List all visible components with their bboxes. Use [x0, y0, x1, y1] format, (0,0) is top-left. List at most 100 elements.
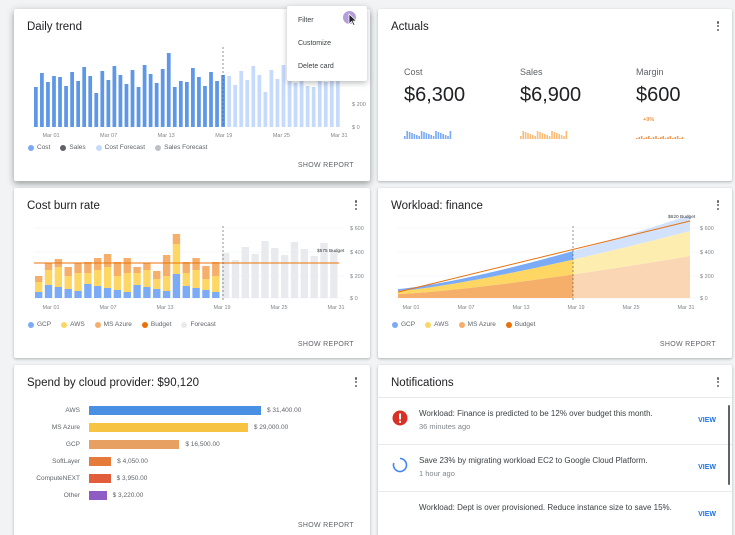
- legend-item: Sales: [60, 144, 86, 151]
- y-tick-label: $ 600: [700, 226, 714, 232]
- x-tick-label: Mar 01: [42, 133, 59, 139]
- provider-bar[interactable]: [89, 440, 180, 449]
- menu-item-customize[interactable]: Customize: [287, 32, 367, 55]
- legend-item: Forecast: [181, 321, 216, 328]
- notification-text: Save 23% by migrating workload EC2 to Go…: [419, 456, 648, 465]
- show-report-button[interactable]: SHOW REPORT: [298, 341, 354, 348]
- sparkline-bar: [406, 131, 408, 139]
- legend-swatch: [392, 321, 398, 328]
- provider-bar[interactable]: [89, 423, 248, 432]
- sparkline-bar: [413, 134, 416, 139]
- forecast-bar: [310, 256, 318, 298]
- provider-bar[interactable]: [89, 406, 261, 415]
- legend-label: Budget: [514, 321, 536, 328]
- cost-bar: [94, 93, 99, 127]
- metric-sales: Sales $6,900: [520, 67, 581, 139]
- azure-bar-segment: [143, 263, 151, 270]
- sparkline-bar: [520, 136, 522, 139]
- gcp-bar-segment: [202, 290, 210, 298]
- view-button[interactable]: VIEW: [698, 464, 716, 471]
- more-options-icon[interactable]: [714, 375, 722, 389]
- view-button[interactable]: VIEW: [698, 511, 716, 518]
- provider-bar[interactable]: [89, 491, 107, 500]
- y-tick-label: $ 400: [700, 250, 714, 256]
- sparkline-bar: [640, 136, 643, 139]
- metric-label: Cost: [404, 67, 423, 77]
- azure-bar-segment: [172, 234, 181, 244]
- category-label: AWS: [65, 407, 80, 414]
- azure-bar-segment: [44, 263, 53, 270]
- notification-item[interactable]: Save 23% by migrating workload EC2 to Go…: [378, 444, 732, 491]
- notification-text: Workload: Dept is over provisioned. Redu…: [419, 503, 672, 512]
- view-button[interactable]: VIEW: [698, 417, 716, 424]
- sparkline-bar: [544, 134, 546, 139]
- azure-bar-segment: [153, 271, 161, 279]
- forecast-bar: [263, 92, 268, 127]
- aws-bar-segment: [54, 267, 63, 287]
- legend-item: Sales Forecast: [155, 144, 207, 151]
- y-tick-label: $ 200: [700, 274, 714, 280]
- cost-bar: [124, 84, 129, 127]
- forecast-bar: [269, 70, 274, 127]
- cost-bar: [215, 81, 219, 127]
- sparkline-bar: [416, 135, 418, 139]
- legend-item: AWS: [61, 321, 85, 328]
- aws-bar-segment: [44, 270, 53, 285]
- provider-bar[interactable]: [89, 474, 111, 483]
- sparkline-bar: [425, 133, 428, 139]
- x-tick-label: Mar 31: [327, 305, 344, 311]
- more-options-icon[interactable]: [352, 375, 360, 389]
- category-label: ComputeNEXT: [36, 475, 80, 482]
- x-tick-label: Mar 31: [677, 305, 694, 311]
- azure-bar-segment: [35, 276, 43, 282]
- y-tick-label: $ 200: [352, 102, 366, 108]
- legend-item: MS Azure: [458, 321, 496, 328]
- gcp-bar-segment: [54, 287, 63, 298]
- cost-bar: [148, 74, 153, 127]
- legend-label: Budget: [150, 321, 172, 328]
- forecast-bar: [335, 77, 340, 127]
- sparkline-bar: [444, 135, 447, 139]
- value-label: $ 3,950.00: [116, 475, 148, 482]
- sparkline-bar: [423, 132, 425, 139]
- legend-item: AWS: [425, 321, 449, 328]
- sparkline-bar: [560, 135, 563, 139]
- sparkline-bar: [652, 137, 655, 139]
- sparkline-bar: [645, 137, 648, 139]
- legend: Cost Sales Cost Forecast Sales Forecast: [28, 144, 207, 151]
- gcp-bar-segment: [44, 285, 53, 298]
- scrollbar[interactable]: [728, 405, 730, 485]
- show-report-button[interactable]: SHOW REPORT: [660, 341, 716, 348]
- notification-item[interactable]: Workload: Finance is predicted to be 12%…: [378, 397, 732, 444]
- aws-bar-segment: [212, 276, 220, 292]
- sparkline-bar: [558, 134, 560, 139]
- forecast-bar: [233, 85, 238, 127]
- legend-swatch: [141, 321, 148, 328]
- gcp-bar-segment: [133, 285, 141, 298]
- cost-bar: [118, 75, 123, 127]
- sparkline-bar: [534, 136, 536, 139]
- cost-bar: [209, 72, 213, 127]
- azure-bar-segment: [192, 258, 200, 270]
- forecast-bar: [281, 65, 286, 127]
- aws-bar-segment: [103, 267, 112, 288]
- provider-bar[interactable]: [89, 457, 112, 466]
- x-tick-label: Mar 13: [512, 305, 529, 311]
- show-report-button[interactable]: SHOW REPORT: [298, 522, 354, 529]
- cost-bar: [130, 70, 135, 127]
- azure-bar-segment: [162, 255, 171, 276]
- notification-item[interactable]: Workload: Dept is over provisioned. Redu…: [378, 491, 732, 535]
- sparkline-bar: [411, 133, 413, 139]
- gcp-bar-segment: [143, 287, 151, 298]
- gcp-bar-segment: [192, 288, 200, 298]
- cost-bar: [46, 82, 50, 127]
- legend-label: GCP: [401, 321, 416, 328]
- menu-item-delete-card[interactable]: Delete card: [287, 55, 367, 78]
- forecast-bar: [311, 87, 316, 127]
- azure-bar-segment: [94, 258, 102, 270]
- forecast-bar: [305, 86, 310, 127]
- workload-area-chart: $620 Budget $ 600 $ 400 $ 200 $ 0 Mar 01 Mar 0…: [397, 214, 714, 311]
- gcp-bar-segment: [172, 274, 181, 298]
- show-report-button[interactable]: SHOW REPORT: [298, 162, 354, 169]
- more-options-icon[interactable]: [714, 19, 722, 33]
